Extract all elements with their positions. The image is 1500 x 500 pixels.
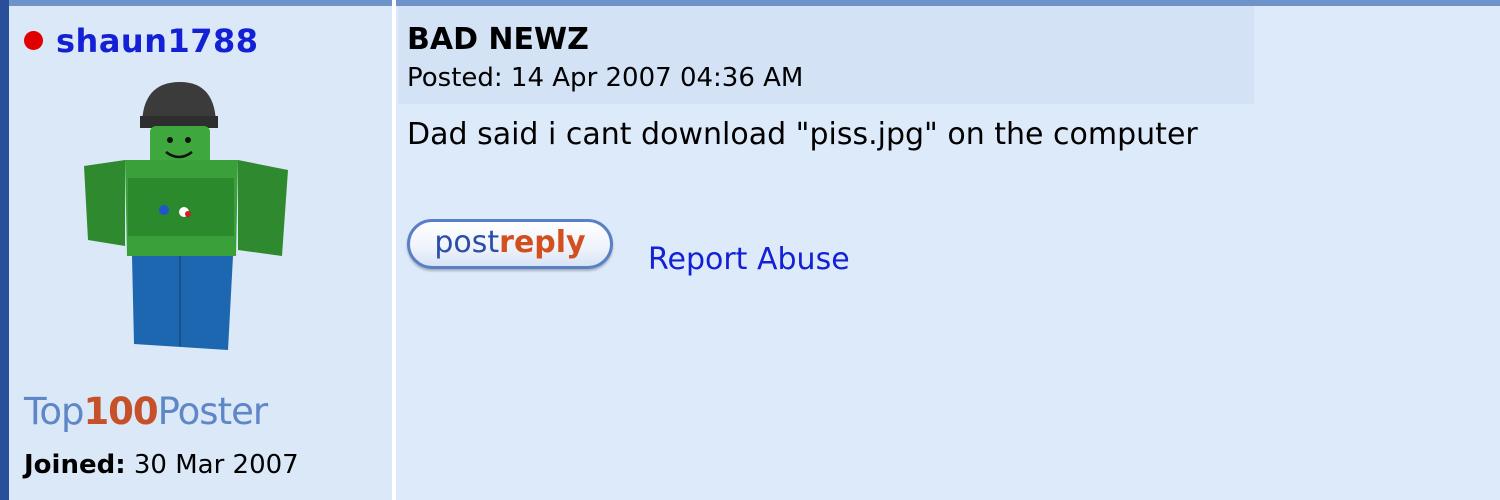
joined-date: Joined: 30 Mar 2007 [24, 450, 299, 480]
report-abuse-link[interactable]: Report Abuse [648, 242, 850, 277]
post-reply-button[interactable]: postreply [407, 219, 613, 269]
reply-label-reply: reply [499, 225, 586, 260]
reply-label-post: post [434, 225, 500, 260]
joined-label: Joined: [24, 450, 126, 480]
offline-status-icon [24, 31, 43, 50]
author-username[interactable]: shaun1788 [56, 22, 259, 60]
rank-number: 100 [83, 390, 158, 433]
rank-poster: Poster [157, 390, 268, 433]
rank-top: Top [24, 390, 84, 433]
column-divider [392, 0, 396, 500]
left-border [0, 0, 9, 500]
post-body: Dad said i cant download "piss.jpg" on t… [407, 117, 1198, 152]
post-title: BAD NEWZ [407, 22, 589, 57]
post-timestamp: Posted: 14 Apr 2007 04:36 AM [407, 63, 804, 93]
joined-value: 30 Mar 2007 [125, 450, 299, 480]
forum-post: shaun1788 Top100Poster Joined: 30 Mar 20… [0, 0, 1500, 500]
avatar[interactable] [70, 68, 300, 358]
rank-badge: Top100Poster [24, 390, 268, 433]
